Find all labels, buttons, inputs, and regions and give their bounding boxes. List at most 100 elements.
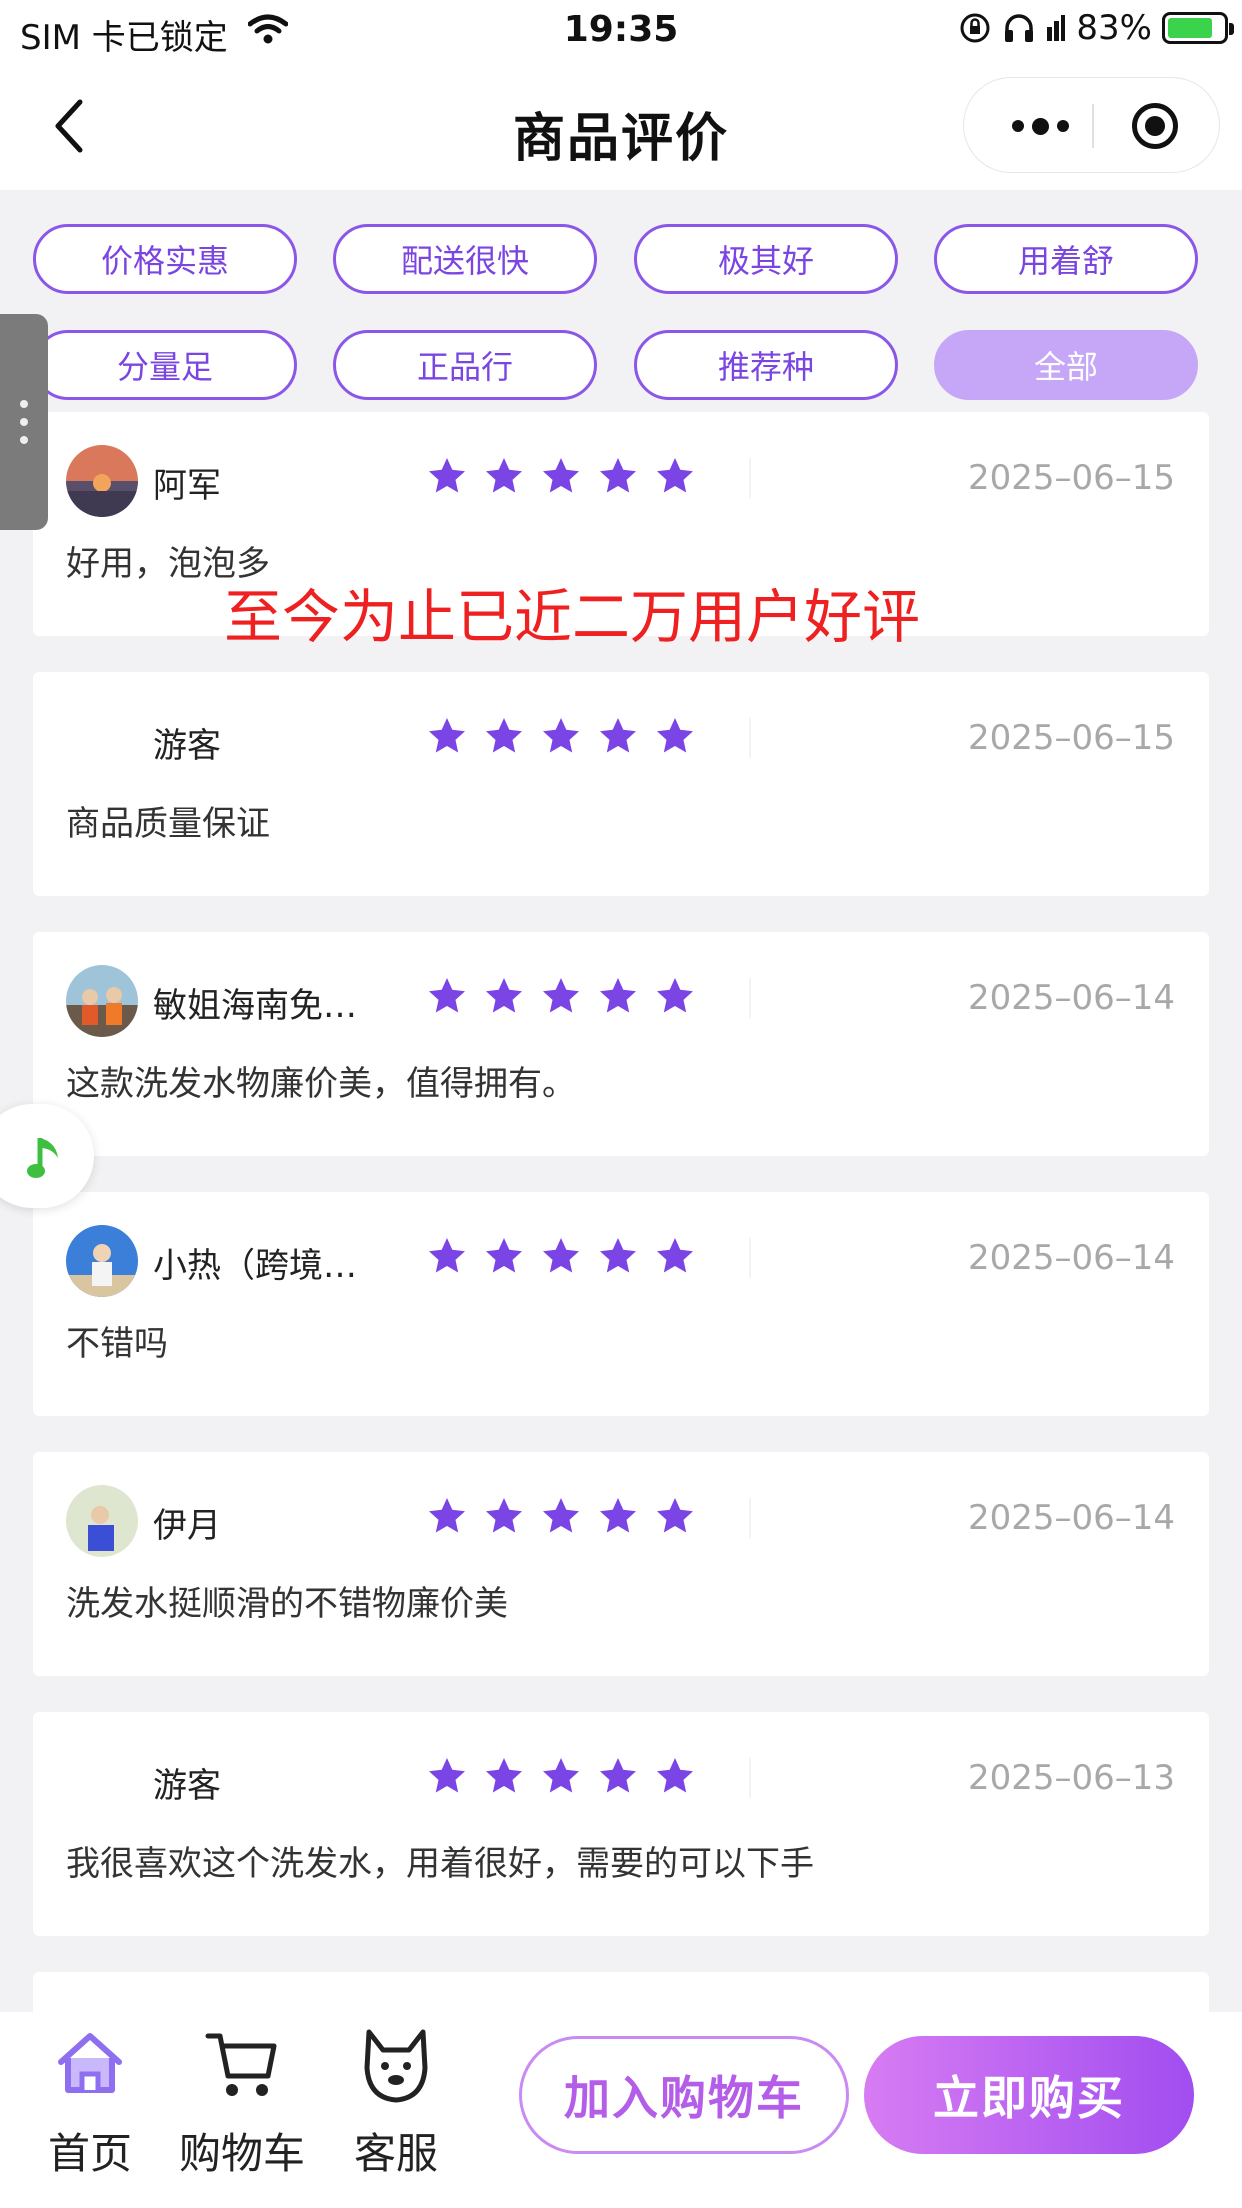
star-icon	[657, 1238, 693, 1273]
home-tab[interactable]: 首页	[20, 2012, 160, 2208]
tag-filter-5[interactable]: 正品行	[333, 330, 597, 400]
close-miniprogram-icon[interactable]	[1132, 103, 1178, 149]
star-icon	[600, 1498, 636, 1533]
reviewer-name: 敏姐海南免…	[153, 986, 357, 1026]
star-icon	[543, 1758, 579, 1793]
rating-stars	[427, 1756, 695, 1796]
star-icon	[486, 458, 522, 493]
star-icon	[429, 1498, 465, 1533]
capsule-divider	[1092, 104, 1094, 148]
separator	[749, 978, 751, 1018]
review-date: 2025–06–13	[967, 1758, 1175, 1798]
star-icon	[486, 978, 522, 1013]
battery-icon	[1162, 12, 1234, 44]
star-icon	[600, 458, 636, 493]
star-icon	[429, 718, 465, 753]
review-comment: 我很喜欢这个洗发水，用着很好，需要的可以下手	[66, 1844, 814, 1884]
tag-filter-4[interactable]: 分量足	[33, 330, 297, 400]
star-icon	[543, 1238, 579, 1273]
star-icon	[543, 1498, 579, 1533]
tag-filter-3[interactable]: 用着舒	[934, 224, 1198, 294]
review-comment: 这款洗发水物廉价美，值得拥有。	[66, 1064, 576, 1104]
cart-tab[interactable]: 购物车	[172, 2012, 312, 2208]
add-to-cart-button[interactable]: 加入购物车	[519, 2036, 849, 2154]
star-icon	[600, 1238, 636, 1273]
tag-filter-1[interactable]: 配送很快	[333, 224, 597, 294]
star-icon	[543, 978, 579, 1013]
tag-filter-0[interactable]: 价格实惠	[33, 224, 297, 294]
star-icon	[657, 1498, 693, 1533]
separator	[749, 1238, 751, 1278]
music-note-icon	[27, 1138, 58, 1178]
star-icon	[486, 718, 522, 753]
status-right: 83%	[958, 8, 1234, 48]
star-icon	[600, 718, 636, 753]
star-icon	[429, 1238, 465, 1273]
home-icon	[58, 2033, 122, 2093]
rotation-lock-icon	[960, 13, 990, 43]
review-date: 2025–06–14	[967, 978, 1175, 1018]
tag-filter-6[interactable]: 推荐种	[634, 330, 898, 400]
star-icon	[657, 1758, 693, 1793]
more-options-icon[interactable]	[1000, 110, 1080, 142]
service-tab-label: 客服	[353, 2129, 438, 2178]
reviewer-name: 游客	[153, 726, 221, 766]
status-bar: SIM 卡已锁定 19:35 83%	[0, 0, 1242, 66]
separator	[749, 1498, 751, 1538]
review-card: 游客 2025–06–15 商品质量保证	[33, 672, 1209, 896]
star-icon	[486, 1238, 522, 1273]
shopping-cart-icon	[205, 2033, 277, 2096]
avatar	[66, 445, 138, 517]
star-icon	[600, 978, 636, 1013]
mini-program-capsule	[963, 77, 1220, 173]
star-icon	[600, 1758, 636, 1793]
avatar	[66, 1225, 138, 1297]
review-comment: 不错吗	[66, 1324, 168, 1364]
review-comment: 商品质量保证	[66, 804, 270, 844]
bottom-action-bar: 首页 购物车 客服 加入购物车 立即购买	[0, 2012, 1242, 2208]
star-icon	[486, 1498, 522, 1533]
customer-service-dog-icon	[364, 2029, 428, 2103]
star-icon	[657, 978, 693, 1013]
review-date: 2025–06–15	[967, 718, 1175, 758]
rating-stars	[427, 456, 695, 496]
nav-bar: 商品评价	[0, 66, 1242, 190]
review-card: 伊月 2025–06–14 洗发水挺顺滑的不错物廉价美	[33, 1452, 1209, 1676]
review-comment: 洗发水挺顺滑的不错物廉价美	[66, 1584, 508, 1624]
cart-tab-label: 购物车	[178, 2129, 305, 2178]
star-icon	[657, 718, 693, 753]
headphones-icon	[1005, 14, 1034, 42]
star-icon	[657, 458, 693, 493]
separator	[749, 718, 751, 758]
avatar	[66, 965, 138, 1037]
promo-overlay-text: 至今为止已近二万用户好评	[224, 583, 921, 651]
battery-percent: 83%	[1076, 8, 1152, 48]
star-icon	[429, 458, 465, 493]
review-card: 游客 2025–06–13 我很喜欢这个洗发水，用着很好，需要的可以下手	[33, 1712, 1209, 1936]
signal-icon	[1047, 15, 1066, 41]
star-icon	[486, 1758, 522, 1793]
star-icon	[429, 1758, 465, 1793]
tag-filter-7[interactable]: 全部	[934, 330, 1198, 400]
reviewer-name: 伊月	[153, 1506, 221, 1546]
review-date: 2025–06–15	[967, 458, 1175, 498]
review-card: 敏姐海南免… 2025–06–14 这款洗发水物廉价美，值得拥有。	[33, 932, 1209, 1156]
rating-stars	[427, 1236, 695, 1276]
review-card: 小热（跨境… 2025–06–14 不错吗	[33, 1192, 1209, 1416]
service-tab[interactable]: 客服	[326, 2012, 466, 2208]
rating-stars	[427, 716, 695, 756]
separator	[749, 458, 751, 498]
review-date: 2025–06–14	[967, 1498, 1175, 1538]
reviewer-name: 游客	[153, 1766, 221, 1806]
separator	[749, 1758, 751, 1798]
rating-stars	[427, 976, 695, 1016]
star-icon	[429, 978, 465, 1013]
star-icon	[543, 718, 579, 753]
side-drawer-handle[interactable]	[0, 314, 48, 530]
reviewer-name: 阿军	[153, 466, 221, 506]
star-icon	[543, 458, 579, 493]
avatar	[66, 1485, 138, 1557]
rating-stars	[427, 1496, 695, 1536]
tag-filter-2[interactable]: 极其好	[634, 224, 898, 294]
buy-now-button[interactable]: 立即购买	[864, 2036, 1194, 2154]
